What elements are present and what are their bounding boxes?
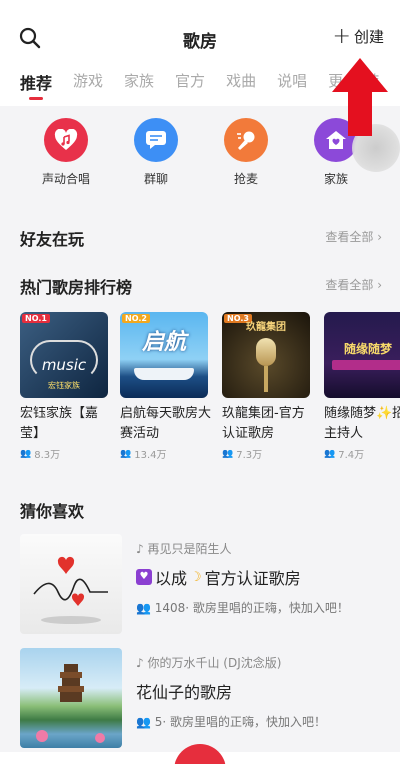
microphone-icon xyxy=(224,118,268,162)
ranking-card[interactable]: 随缘随梦 随缘随梦✨招主持人 👥 7.4万 xyxy=(324,312,400,461)
cover-subtext: 宏钰家族 xyxy=(48,381,80,390)
ranking-see-all-label: 查看全部 xyxy=(325,278,374,292)
room-cover xyxy=(20,534,122,634)
quick-chorus[interactable]: 声动合唱 xyxy=(26,118,106,187)
moon-icon: ☽ xyxy=(190,569,202,585)
room-name: 花仙子的歌房 xyxy=(136,683,233,702)
rank-badge: NO.1 xyxy=(22,314,50,323)
ranking-section-title: 热门歌房排行榜 xyxy=(20,278,133,297)
friends-section-title: 好友在玩 xyxy=(20,230,85,249)
room-cover xyxy=(20,648,122,748)
quick-chorus-label: 声动合唱 xyxy=(41,172,90,186)
cover-text: 随缘随梦 xyxy=(343,342,392,356)
ranking-count: 👥 7.4万 xyxy=(324,448,365,462)
ranking-cover: NO.1 music 宏钰家族 xyxy=(20,312,108,398)
ranking-count: 👥 8.3万 xyxy=(20,448,61,462)
tab-family[interactable]: 家族 xyxy=(124,70,154,106)
people-icon: 👥 xyxy=(324,448,336,459)
tab-opera[interactable]: 戏曲 xyxy=(226,70,256,106)
quick-grab-mic-label: 抢麦 xyxy=(233,172,258,186)
ranking-see-all[interactable]: 查看全部 › xyxy=(325,276,382,293)
ranking-name: 宏钰家族【嘉莹】 xyxy=(20,406,99,441)
people-icon: 👥 xyxy=(20,448,32,459)
cover-text: music xyxy=(41,356,87,374)
music-note-icon: ♪ xyxy=(136,656,148,670)
create-button[interactable]: + 创建 xyxy=(332,23,384,49)
chat-icon xyxy=(134,118,178,162)
plus-icon: + xyxy=(332,23,351,49)
room-desc: 👥 1408· 歌房里唱的正嗨，快加入吧！ xyxy=(136,601,349,615)
tab-games[interactable]: 游戏 xyxy=(73,70,103,106)
create-label: 创建 xyxy=(353,28,384,46)
ranking-name: 玖龍集团-官方认证歌房 xyxy=(222,406,305,441)
guess-section-title: 猜你喜欢 xyxy=(20,502,85,521)
ranking-name: 随缘随梦✨招主持人 xyxy=(324,406,400,441)
rank-badge: NO.2 xyxy=(122,314,150,323)
quick-grab-mic[interactable]: 抢麦 xyxy=(206,118,286,187)
cover-text: 启航 xyxy=(141,330,186,355)
people-icon: 👥 xyxy=(120,448,132,459)
tab-rap[interactable]: 说唱 xyxy=(277,70,307,106)
quick-group-chat[interactable]: 群聊 xyxy=(116,118,196,187)
room-item[interactable]: ♪ 再见只是陌生人 ♥ 以成 ☽ 官方认证歌房 👥 1408· 歌房里唱的正嗨，… xyxy=(20,534,400,634)
room-name: ♥ 以成 ☽ 官方认证歌房 xyxy=(136,565,301,589)
friends-see-all[interactable]: 查看全部 › xyxy=(325,228,382,245)
people-icon: 👥 xyxy=(136,715,155,729)
room-song: ♪ 你的万水千山 (DJ沈念版) xyxy=(136,656,282,670)
quick-group-chat-label: 群聊 xyxy=(143,172,168,186)
ranking-cover: NO.3 玖龍集团 xyxy=(222,312,310,398)
tab-recommend[interactable]: 推荐 xyxy=(20,70,52,106)
heart-music-icon xyxy=(44,118,88,162)
friends-see-all-label: 查看全部 xyxy=(325,230,374,244)
ranking-card[interactable]: NO.1 music 宏钰家族 宏钰家族【嘉莹】 👥 8.3万 xyxy=(20,312,108,461)
room-song: ♪ 再见只是陌生人 xyxy=(136,542,232,556)
ranking-count: 👥 7.3万 xyxy=(222,448,263,462)
mic-art xyxy=(256,338,276,366)
heart-badge-icon: ♥ xyxy=(136,569,152,585)
chevron-right-icon: › xyxy=(377,278,382,292)
cover-text: 玖龍集团 xyxy=(246,322,286,333)
people-icon: 👥 xyxy=(136,601,155,615)
ranking-card[interactable]: NO.2 启航 启航每天歌房大赛活动 👥 13.4万 xyxy=(120,312,211,462)
ranking-cover: 随缘随梦 xyxy=(324,312,400,398)
room-item[interactable]: ♪ 你的万水千山 (DJ沈念版) 花仙子的歌房 👥 5· 歌房里唱的正嗨，快加入… xyxy=(20,648,400,748)
chevron-right-icon: › xyxy=(377,230,382,244)
tab-official[interactable]: 官方 xyxy=(175,70,205,106)
music-note-icon: ♪ xyxy=(136,542,148,556)
ship-art xyxy=(134,368,194,380)
ranking-name: 启航每天歌房大赛活动 xyxy=(120,406,212,441)
ranking-card[interactable]: NO.3 玖龍集团 玖龍集团-官方认证歌房 👥 7.3万 xyxy=(222,312,310,461)
room-desc: 👥 5· 歌房里唱的正嗨，快加入吧！ xyxy=(136,715,327,729)
people-icon: 👥 xyxy=(222,448,234,459)
ranking-cover: NO.2 启航 xyxy=(120,312,208,398)
ranking-count: 👥 13.4万 xyxy=(120,448,167,462)
arrow-up-icon xyxy=(332,58,388,136)
quick-family-label: 家族 xyxy=(323,172,348,186)
